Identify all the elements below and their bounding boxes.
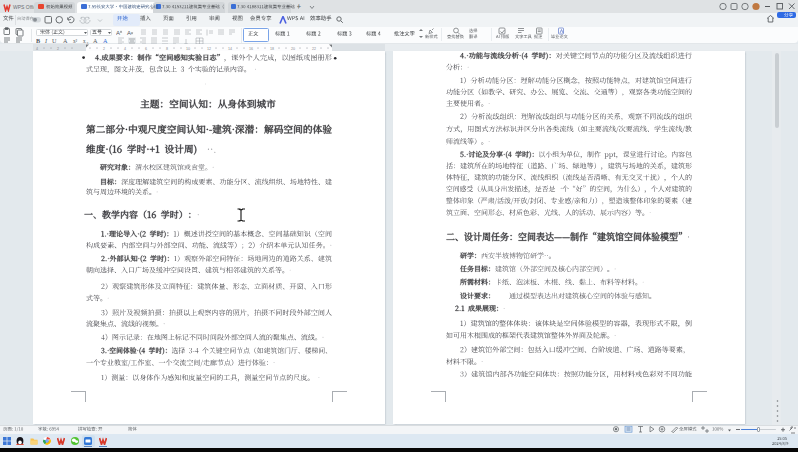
svg-text:A: A [127, 30, 131, 36]
svg-text:A: A [93, 37, 98, 44]
svg-text:A: A [63, 37, 68, 44]
svg-text:A: A [103, 37, 108, 44]
svg-text:I: I [44, 37, 48, 44]
svg-text:A: A [116, 30, 120, 36]
svg-text:U: U [52, 37, 57, 44]
svg-text:B: B [36, 37, 40, 44]
